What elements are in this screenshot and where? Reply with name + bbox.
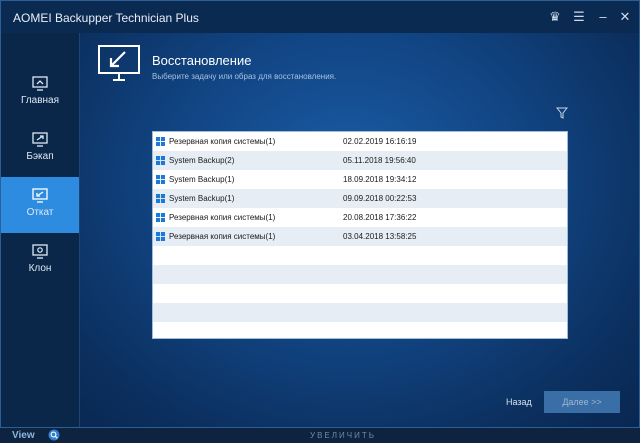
- sidebar-item-label: Бэкап: [26, 151, 54, 162]
- table-row[interactable]: System Backup(2) 05.11.2018 19:56:40: [153, 151, 567, 170]
- backup-date: 02.02.2019 16:16:19: [343, 137, 417, 146]
- zoom-icon[interactable]: [48, 429, 60, 441]
- backup-date: 03.04.2018 13:58:25: [343, 232, 417, 241]
- windows-icon: [156, 156, 165, 165]
- backup-name: Резервная копия системы(1): [169, 137, 276, 146]
- table-row[interactable]: System Backup(1) 18.09.2018 19:34:12: [153, 170, 567, 189]
- sidebar-item-clone[interactable]: Клон: [1, 233, 79, 289]
- title-bar: AOMEI Backupper Technician Plus ♛ ☰ – ✕: [1, 1, 639, 33]
- backup-icon: [32, 132, 48, 147]
- restore-icon: [32, 188, 48, 203]
- menu-icon[interactable]: ☰: [569, 7, 589, 27]
- sidebar-item-home[interactable]: Главная: [1, 65, 79, 121]
- viewer-status-bar: View УВЕЛИЧИТЬ: [0, 428, 640, 443]
- windows-icon: [156, 137, 165, 146]
- backup-date: 18.09.2018 19:34:12: [343, 175, 417, 184]
- sidebar-item-label: Главная: [20, 95, 60, 106]
- backup-name: Резервная копия системы(1): [169, 213, 276, 222]
- view-label: View: [12, 430, 35, 441]
- empty-row: [153, 265, 567, 284]
- windows-icon: [156, 232, 165, 241]
- backup-date: 09.09.2018 00:22:53: [343, 194, 417, 203]
- backup-date: 20.08.2018 17:36:22: [343, 213, 417, 222]
- backup-name: Резервная копия системы(1): [169, 232, 276, 241]
- window-title: AOMEI Backupper Technician Plus: [13, 11, 199, 25]
- windows-icon: [156, 213, 165, 222]
- empty-row: [153, 246, 567, 265]
- main-panel: Восстановление Выберите задачу или образ…: [80, 33, 639, 427]
- sidebar-item-backup[interactable]: Бэкап: [1, 121, 79, 177]
- windows-icon: [156, 175, 165, 184]
- crown-icon[interactable]: ♛: [545, 7, 565, 27]
- magnify-label[interactable]: УВЕЛИЧИТЬ: [310, 431, 376, 440]
- next-button[interactable]: Далее >>: [544, 391, 620, 413]
- app-window: AOMEI Backupper Technician Plus ♛ ☰ – ✕ …: [0, 0, 640, 428]
- filter-icon[interactable]: [556, 107, 568, 119]
- table-row[interactable]: System Backup(1) 09.09.2018 00:22:53: [153, 189, 567, 208]
- empty-row: [153, 284, 567, 303]
- home-icon: [32, 76, 48, 91]
- page-subtitle: Выберите задачу или образ для восстановл…: [152, 72, 337, 81]
- clone-icon: [32, 244, 48, 259]
- backup-name: System Backup(2): [169, 156, 235, 165]
- backup-date: 05.11.2018 19:56:40: [343, 156, 416, 165]
- backup-list: Резервная копия системы(1) 02.02.2019 16…: [152, 131, 568, 339]
- minimize-button[interactable]: –: [593, 7, 613, 27]
- back-button[interactable]: Назад: [506, 397, 532, 407]
- table-row[interactable]: Резервная копия системы(1) 03.04.2018 13…: [153, 227, 567, 246]
- empty-row: [153, 303, 567, 322]
- sidebar-item-restore[interactable]: Откат: [1, 177, 79, 233]
- close-button[interactable]: ✕: [615, 7, 635, 27]
- sidebar: Главная Бэкап Откат Клон: [1, 33, 80, 427]
- windows-icon: [156, 194, 165, 203]
- restore-monitor-icon: [98, 45, 140, 81]
- sidebar-item-label: Откат: [26, 207, 54, 218]
- backup-name: System Backup(1): [169, 194, 235, 203]
- backup-name: System Backup(1): [169, 175, 235, 184]
- sidebar-item-label: Клон: [28, 263, 52, 274]
- table-row[interactable]: Резервная копия системы(1) 02.02.2019 16…: [153, 132, 567, 151]
- page-title: Восстановление: [152, 53, 252, 68]
- table-row[interactable]: Резервная копия системы(1) 20.08.2018 17…: [153, 208, 567, 227]
